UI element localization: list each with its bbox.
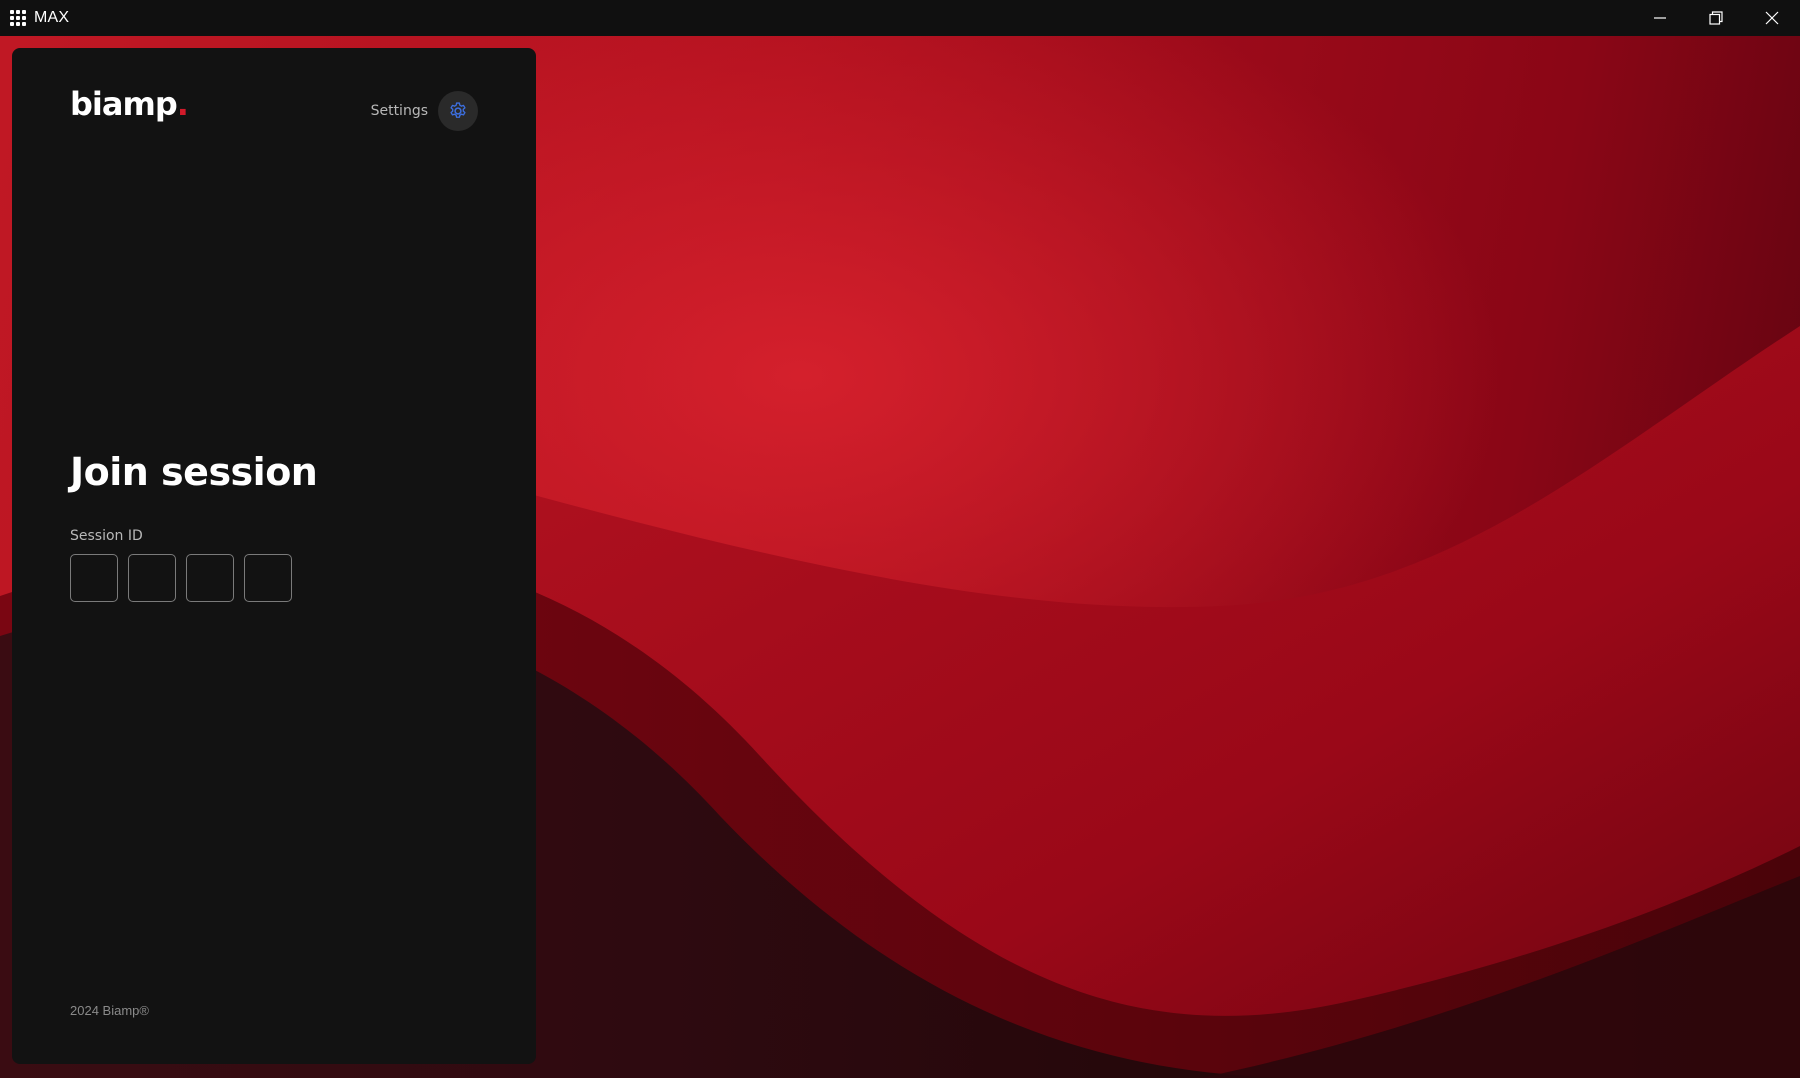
window-title: MAX [34, 9, 70, 26]
settings-label: Settings [370, 103, 428, 119]
window-controls [1632, 0, 1800, 36]
session-id-inputs [70, 554, 302, 602]
session-id-digit-3[interactable] [186, 554, 234, 602]
app-grid-icon[interactable] [10, 10, 26, 26]
session-id-digit-2[interactable] [128, 554, 176, 602]
logo-text: biamp [70, 85, 178, 123]
gear-icon [450, 102, 466, 118]
close-button[interactable] [1744, 0, 1800, 36]
minimize-button[interactable] [1632, 0, 1688, 36]
restore-button[interactable] [1688, 0, 1744, 36]
logo-dot: . [176, 85, 189, 123]
session-id-digit-4[interactable] [244, 554, 292, 602]
close-icon [1765, 11, 1779, 25]
restore-icon [1709, 11, 1723, 25]
minimize-icon [1654, 17, 1666, 19]
join-panel: biamp. Settings Join session Session ID … [12, 48, 536, 1064]
biamp-logo: biamp. [70, 85, 189, 123]
settings-control[interactable]: Settings [371, 91, 478, 131]
title-bar: MAX [0, 0, 1800, 36]
session-id-label: Session ID [70, 528, 143, 544]
copyright-footer: 2024 Biamp® [70, 1003, 149, 1018]
settings-button[interactable] [438, 91, 478, 131]
session-id-digit-1[interactable] [70, 554, 118, 602]
page-title: Join session [70, 450, 318, 494]
